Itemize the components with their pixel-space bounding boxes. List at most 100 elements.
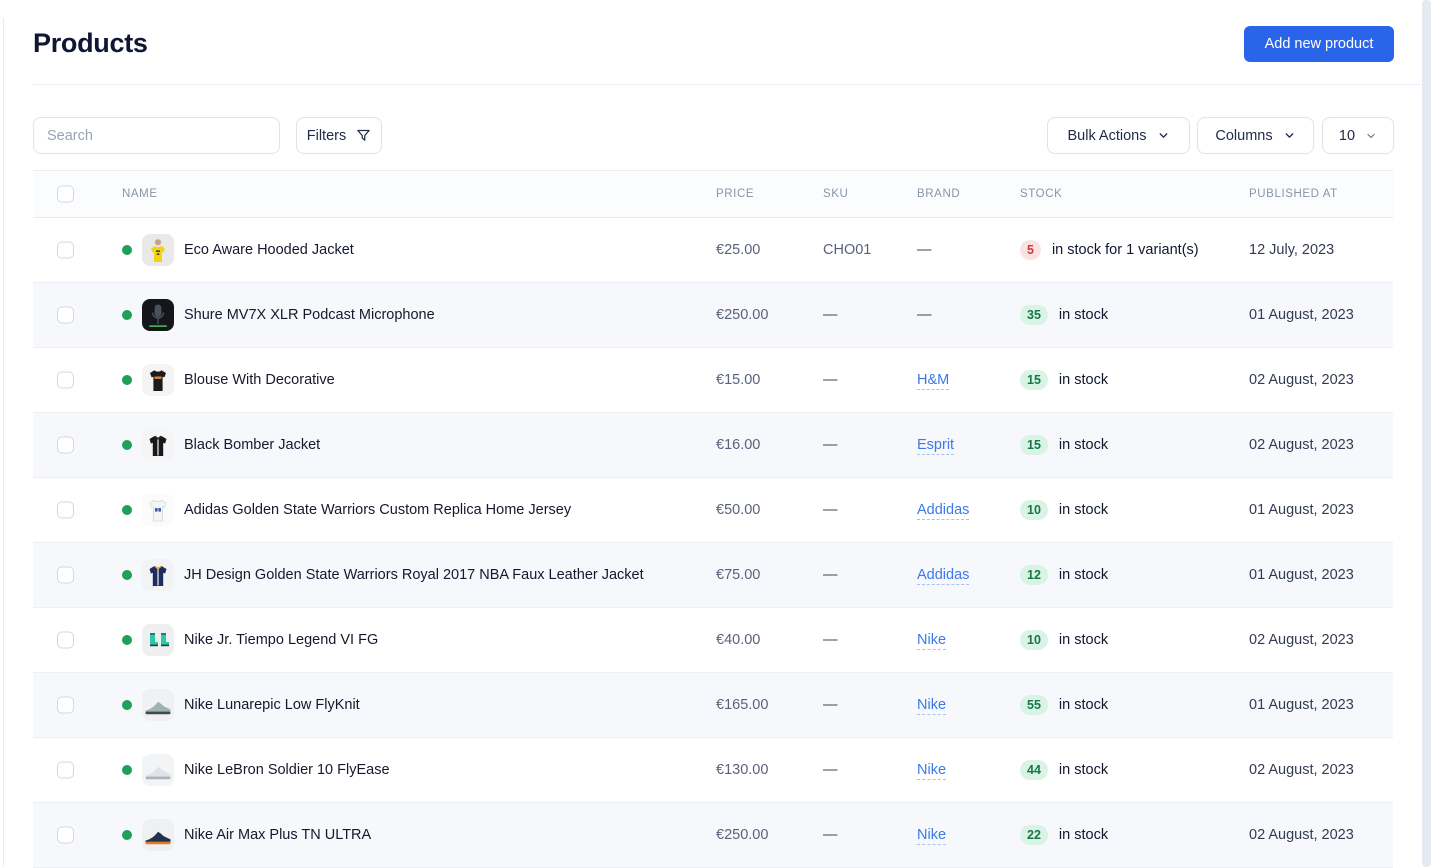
product-sku: — [823, 762, 838, 778]
product-stock: 22 in stock [1020, 825, 1108, 845]
stock-count-badge: 35 [1020, 305, 1048, 325]
product-thumbnail [142, 234, 174, 266]
table-row[interactable]: Nike Jr. Tiempo Legend VI FG €40.00 — Ni… [33, 608, 1393, 673]
product-published-at: 01 August, 2023 [1249, 567, 1354, 583]
product-thumbnail [142, 754, 174, 786]
stock-label: in stock [1059, 307, 1108, 323]
product-thumbnail [142, 299, 174, 331]
product-stock: 10 in stock [1020, 500, 1108, 520]
search-input[interactable] [33, 117, 280, 154]
product-published-at: 02 August, 2023 [1249, 632, 1354, 648]
stock-label: in stock [1059, 827, 1108, 843]
product-thumbnail [142, 429, 174, 461]
product-brand: Addidas [917, 502, 969, 518]
columns-button[interactable]: Columns [1197, 117, 1314, 154]
stock-count-badge: 5 [1020, 240, 1041, 260]
products-page: Products Add new product Filters Bulk Ac… [0, 0, 1434, 867]
table-row[interactable]: Nike LeBron Soldier 10 FlyEase €130.00 —… [33, 738, 1393, 803]
stock-count-badge: 55 [1020, 695, 1048, 715]
table-row[interactable]: JH Design Golden State Warriors Royal 20… [33, 543, 1393, 608]
add-new-product-button[interactable]: Add new product [1244, 26, 1394, 62]
row-checkbox[interactable] [57, 307, 74, 324]
product-thumbnail [142, 494, 174, 526]
product-stock: 12 in stock [1020, 565, 1108, 585]
brand-link[interactable]: Addidas [917, 502, 969, 520]
product-sku: — [823, 372, 838, 388]
product-brand: Nike [917, 632, 946, 648]
status-dot [122, 375, 132, 385]
product-stock: 5 in stock for 1 variant(s) [1020, 240, 1199, 260]
row-checkbox[interactable] [57, 762, 74, 779]
table-row[interactable]: Black Bomber Jacket €16.00 — Esprit 15 i… [33, 413, 1393, 478]
brand-link[interactable]: Esprit [917, 437, 954, 455]
table-row[interactable]: Nike Air Max Plus TN ULTRA €250.00 — Nik… [33, 803, 1393, 868]
column-header-brand: BRAND [917, 188, 960, 200]
chevron-down-icon [1365, 130, 1377, 142]
column-header-name: NAME [122, 188, 158, 200]
brand-link[interactable]: Nike [917, 697, 946, 715]
status-dot [122, 635, 132, 645]
product-sku: — [823, 632, 838, 648]
stock-count-badge: 22 [1020, 825, 1048, 845]
product-thumbnail [142, 819, 174, 851]
filters-button[interactable]: Filters [296, 117, 382, 154]
table-row[interactable]: Eco Aware Hooded Jacket €25.00 CHO01 — 5… [33, 218, 1393, 283]
filters-button-label: Filters [307, 128, 346, 144]
table-row[interactable]: Nike Lunarepic Low FlyKnit €165.00 — Nik… [33, 673, 1393, 738]
brand-link[interactable]: H&M [917, 372, 949, 390]
product-published-at: 01 August, 2023 [1249, 697, 1354, 713]
product-published-at: 02 August, 2023 [1249, 827, 1354, 843]
row-checkbox[interactable] [57, 697, 74, 714]
product-stock: 44 in stock [1020, 760, 1108, 780]
table-row[interactable]: Adidas Golden State Warriors Custom Repl… [33, 478, 1393, 543]
brand-link[interactable]: Addidas [917, 567, 969, 585]
brand-link[interactable]: Nike [917, 827, 946, 845]
products-table: NAME PRICE SKU BRAND STOCK PUBLISHED AT … [33, 170, 1393, 868]
stock-count-badge: 10 [1020, 500, 1048, 520]
product-brand: H&M [917, 372, 949, 388]
table-row[interactable]: Shure MV7X XLR Podcast Microphone €250.0… [33, 283, 1393, 348]
chevron-down-icon [1283, 129, 1296, 142]
product-name: JH Design Golden State Warriors Royal 20… [184, 567, 644, 583]
product-price: €16.00 [716, 437, 760, 453]
product-sku: — [823, 697, 838, 713]
page-size-select[interactable]: 10 [1322, 117, 1394, 154]
columns-label: Columns [1215, 128, 1272, 144]
row-checkbox[interactable] [57, 567, 74, 584]
row-checkbox[interactable] [57, 242, 74, 259]
column-header-stock: STOCK [1020, 188, 1062, 200]
status-dot [122, 570, 132, 580]
stock-count-badge: 44 [1020, 760, 1048, 780]
product-price: €25.00 [716, 242, 760, 258]
header-divider [33, 84, 1420, 85]
row-checkbox[interactable] [57, 632, 74, 649]
product-price: €75.00 [716, 567, 760, 583]
row-checkbox[interactable] [57, 502, 74, 519]
product-name: Nike Lunarepic Low FlyKnit [184, 697, 360, 713]
row-checkbox[interactable] [57, 372, 74, 389]
product-name: Nike LeBron Soldier 10 FlyEase [184, 762, 390, 778]
product-price: €250.00 [716, 827, 768, 843]
select-all-checkbox[interactable] [57, 186, 74, 203]
product-stock: 35 in stock [1020, 305, 1108, 325]
bulk-actions-button[interactable]: Bulk Actions [1047, 117, 1190, 154]
stock-count-badge: 12 [1020, 565, 1048, 585]
product-brand: — [917, 307, 932, 323]
row-checkbox[interactable] [57, 827, 74, 844]
product-brand: Esprit [917, 437, 954, 453]
row-checkbox[interactable] [57, 437, 74, 454]
product-name: Shure MV7X XLR Podcast Microphone [184, 307, 435, 323]
brand-link[interactable]: Nike [917, 762, 946, 780]
product-price: €15.00 [716, 372, 760, 388]
stock-label: in stock [1059, 372, 1108, 388]
product-brand: Nike [917, 827, 946, 843]
column-header-price: PRICE [716, 188, 754, 200]
product-name: Nike Air Max Plus TN ULTRA [184, 827, 371, 843]
table-row[interactable]: Blouse With Decorative €15.00 — H&M 15 i… [33, 348, 1393, 413]
product-stock: 55 in stock [1020, 695, 1108, 715]
page-size-value: 10 [1339, 128, 1355, 144]
brand-link[interactable]: Nike [917, 632, 946, 650]
stock-label: in stock [1059, 567, 1108, 583]
product-sku: — [823, 502, 838, 518]
status-dot [122, 505, 132, 515]
